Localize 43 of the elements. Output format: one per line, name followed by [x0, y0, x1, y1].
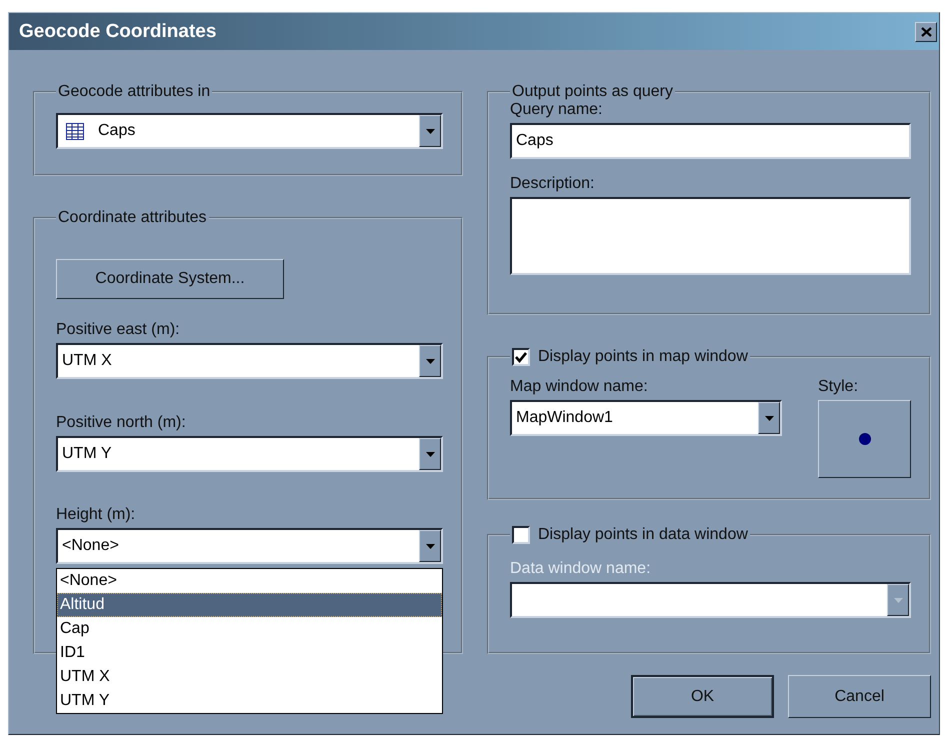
field-label: Query name:: [510, 101, 604, 119]
field-label: Positive north (m):: [56, 414, 187, 432]
caret-icon: [426, 544, 434, 548]
field-label: Map window name:: [510, 378, 649, 396]
field-label: Style:: [818, 378, 860, 396]
query-name-field[interactable]: Caps: [510, 123, 911, 159]
caret-icon: [894, 598, 902, 602]
dropdown-arrow-button[interactable]: [419, 345, 441, 377]
cancel-button[interactable]: Cancel: [788, 675, 931, 718]
dropdown-arrow-button[interactable]: [419, 530, 441, 562]
close-icon: [920, 26, 932, 36]
dropdown-arrow-button[interactable]: [419, 438, 441, 470]
dropdown[interactable]: UTM Y: [56, 436, 443, 472]
ok-button[interactable]: OK: [631, 675, 774, 718]
caret-icon: [764, 416, 774, 420]
field-label: Description:: [510, 175, 596, 193]
dropdown[interactable]: [510, 582, 911, 618]
group-label: Geocode attributes in: [58, 83, 210, 101]
group-label: Output points as query: [512, 83, 673, 101]
check-icon: [515, 352, 527, 362]
checkbox-label: Display points in data window: [538, 526, 748, 544]
point-symbol-icon: [858, 433, 870, 445]
field-label: Height (m):: [56, 506, 136, 524]
dropdown-option[interactable]: Altitud: [57, 593, 442, 617]
group-label: Coordinate attributes: [58, 209, 207, 227]
description-field[interactable]: [510, 197, 911, 275]
dropdown-arrow-button[interactable]: [758, 402, 780, 434]
dropdown[interactable]: Caps: [56, 113, 443, 149]
table-icon: [66, 122, 84, 140]
caret-icon: [426, 358, 434, 364]
dropdown[interactable]: MapWindow1: [510, 400, 782, 436]
close-button[interactable]: [915, 22, 937, 42]
dropdown-arrow-button[interactable]: [419, 115, 441, 147]
field-label: Positive east (m):: [56, 321, 181, 339]
checkbox[interactable]: [512, 348, 530, 366]
field-label: Data window name:: [510, 560, 652, 578]
window-title: Geocode Coordinates: [19, 20, 216, 42]
coordinate-system-button[interactable]: Coordinate System...: [56, 259, 284, 299]
style-button[interactable]: [818, 400, 911, 478]
caret-icon: [426, 128, 434, 134]
dropdown[interactable]: UTM X: [56, 343, 443, 379]
checkbox-label: Display points in map window: [538, 348, 748, 366]
caret-icon: [426, 452, 434, 456]
